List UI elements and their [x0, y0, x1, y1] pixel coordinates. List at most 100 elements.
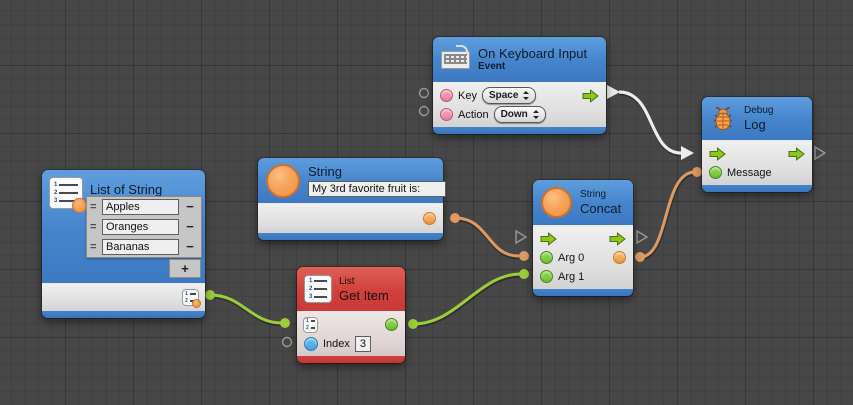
list-input-port[interactable]: 1 2	[304, 318, 317, 332]
node-concat[interactable]: String Concat Arg 0 Arg 1	[533, 180, 633, 296]
node-header[interactable]: On Keyboard Input Event	[433, 37, 606, 82]
wire-string-to-arg0[interactable]	[455, 218, 519, 256]
wire-dot[interactable]	[519, 269, 529, 279]
node-header[interactable]: 1 2 3 List Get Item	[297, 267, 405, 311]
node-footer	[297, 356, 405, 363]
list-item-input[interactable]	[102, 239, 179, 255]
string-value-input[interactable]	[308, 181, 446, 197]
control-flow-row	[702, 144, 812, 163]
wire-dot[interactable]	[280, 318, 290, 328]
string-output-port[interactable]	[423, 212, 436, 225]
remove-item-button[interactable]: −	[182, 199, 198, 215]
unconnected-circle-key[interactable]	[420, 89, 429, 98]
node-surtitle: Debug	[744, 105, 773, 117]
unconnected-circle-index[interactable]	[283, 338, 292, 347]
wire-start-triangle[interactable]	[607, 85, 620, 99]
item-output-port[interactable]	[385, 318, 398, 331]
keyboard-icon	[441, 51, 470, 69]
key-port[interactable]	[440, 89, 453, 102]
wire-keyboard-to-log[interactable]	[619, 92, 681, 153]
result-output-port[interactable]	[613, 251, 626, 264]
arg1-label: Arg 1	[558, 271, 584, 283]
list-icon: 1 2 3	[305, 276, 331, 302]
node-list-of-string[interactable]: 1 2 3 List of String = − = − =	[42, 170, 205, 318]
wire-dot[interactable]	[692, 167, 702, 177]
add-item-button[interactable]: +	[177, 261, 193, 277]
index-input[interactable]	[355, 336, 371, 352]
string-circle-icon	[541, 187, 572, 218]
wire-dot[interactable]	[408, 319, 418, 329]
node-title: List of String	[90, 182, 162, 197]
action-dropdown[interactable]: Down	[494, 106, 546, 123]
output-row	[258, 209, 443, 228]
node-header[interactable]: Debug Log	[702, 97, 812, 140]
wire-getitem-to-arg1[interactable]	[413, 274, 521, 324]
action-port[interactable]	[440, 108, 453, 121]
unconnected-triangle-concat-in[interactable]	[516, 231, 526, 243]
node-debug-log[interactable]: Debug Log Message	[702, 97, 812, 192]
key-label: Key	[458, 90, 477, 102]
remove-item-button[interactable]: −	[182, 219, 198, 235]
wire-end-arrowhead[interactable]	[681, 146, 694, 160]
node-get-item[interactable]: 1 2 3 List Get Item 1 2 Index	[297, 267, 405, 363]
list-icon: 1 2 3	[50, 178, 82, 208]
node-footer	[433, 127, 606, 134]
node-string-literal[interactable]: String	[258, 158, 443, 240]
node-title: String	[308, 164, 446, 179]
unconnected-circle-action[interactable]	[420, 107, 429, 116]
list-item-input[interactable]	[102, 219, 179, 235]
wire-dot[interactable]	[635, 252, 645, 262]
wire-dot[interactable]	[519, 251, 529, 261]
arg0-port[interactable]	[540, 251, 553, 264]
node-title: Concat	[580, 201, 621, 216]
list-editor: = − = − = −	[86, 196, 202, 258]
node-header[interactable]: String Concat	[533, 180, 633, 225]
node-header[interactable]: 1 2 3 List of String = − = − =	[42, 170, 205, 283]
control-output-port[interactable]	[609, 232, 626, 246]
string-circle-icon	[266, 164, 300, 198]
bug-icon	[710, 106, 736, 132]
node-surtitle: String	[580, 189, 621, 201]
control-output-port[interactable]	[582, 89, 599, 103]
message-port[interactable]	[709, 166, 722, 179]
control-output-port[interactable]	[788, 147, 805, 161]
node-subtitle: Event	[478, 61, 587, 73]
drag-handle-icon[interactable]: =	[90, 222, 99, 232]
port-row-message: Message	[702, 163, 812, 182]
node-on-keyboard-input[interactable]: On Keyboard Input Event Key Space Action	[433, 37, 606, 134]
wire-dot[interactable]	[450, 213, 460, 223]
port-row-arg1: Arg 1	[533, 267, 633, 286]
port-row-key: Key Space	[433, 86, 606, 105]
control-input-port[interactable]	[540, 232, 557, 246]
node-header[interactable]: String	[258, 158, 443, 203]
node-footer	[42, 311, 205, 318]
unconnected-triangle-log-out[interactable]	[815, 147, 825, 159]
node-footer	[702, 185, 812, 192]
list-output-port[interactable]: 1 2	[183, 290, 198, 305]
list-io-row: 1 2	[297, 315, 405, 334]
wire-concat-to-message[interactable]	[640, 172, 695, 257]
unconnected-triangle-concat-out[interactable]	[637, 231, 647, 243]
port-row-index: Index	[297, 334, 405, 353]
graph-canvas[interactable]: On Keyboard Input Event Key Space Action	[0, 0, 853, 405]
wire-dot[interactable]	[205, 290, 215, 300]
index-label: Index	[323, 338, 350, 350]
node-surtitle: List	[339, 276, 389, 288]
drag-handle-icon[interactable]: =	[90, 202, 99, 212]
remove-item-button[interactable]: −	[182, 239, 198, 255]
list-item-row: = −	[87, 217, 201, 237]
string-type-dot-icon	[72, 198, 87, 213]
port-row-arg0: Arg 0	[533, 248, 633, 267]
node-title: On Keyboard Input	[478, 46, 587, 61]
node-title: Get Item	[339, 288, 389, 303]
control-input-port[interactable]	[709, 147, 726, 161]
dropdown-arrows-icon	[532, 110, 539, 119]
drag-handle-icon[interactable]: =	[90, 242, 99, 252]
key-dropdown[interactable]: Space	[482, 87, 536, 104]
action-dropdown-value: Down	[501, 109, 528, 120]
index-port[interactable]	[304, 337, 318, 351]
key-dropdown-value: Space	[489, 90, 518, 101]
add-item-box: +	[169, 259, 201, 278]
list-item-input[interactable]	[102, 199, 179, 215]
arg1-port[interactable]	[540, 270, 553, 283]
